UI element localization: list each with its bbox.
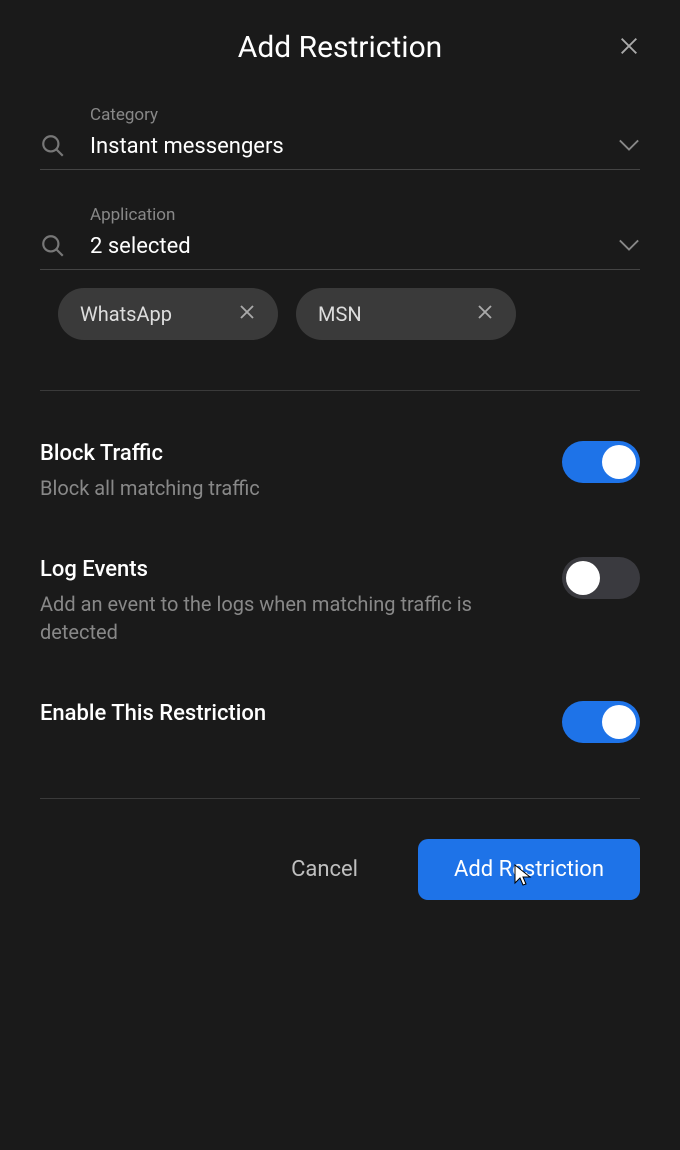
application-label: Application (90, 205, 640, 225)
category-select[interactable]: Instant messengers (40, 133, 640, 170)
log-events-desc: Add an event to the logs when matching t… (40, 590, 542, 646)
close-icon (618, 42, 640, 61)
toggle-knob (602, 445, 636, 479)
block-traffic-title: Block Traffic (40, 441, 542, 466)
toggle-knob (602, 705, 636, 739)
application-value: 2 selected (90, 234, 618, 259)
category-value: Instant messengers (90, 134, 618, 159)
enable-restriction-toggle[interactable] (562, 701, 640, 743)
chevron-down-icon (618, 237, 640, 256)
application-select[interactable]: 2 selected (40, 233, 640, 270)
submit-button[interactable]: Add Restriction (418, 839, 640, 900)
log-events-title: Log Events (40, 557, 542, 582)
enable-restriction-title: Enable This Restriction (40, 701, 542, 726)
category-label: Category (90, 105, 640, 125)
chevron-down-icon (618, 137, 640, 156)
close-icon (238, 306, 256, 325)
chip-label: MSN (318, 302, 362, 326)
block-traffic-toggle[interactable] (562, 441, 640, 483)
chip-remove-button[interactable] (238, 303, 256, 325)
chip-label: WhatsApp (80, 302, 172, 326)
log-events-toggle[interactable] (562, 557, 640, 599)
search-icon (40, 233, 90, 259)
cancel-button[interactable]: Cancel (291, 857, 358, 882)
close-icon (476, 306, 494, 325)
chip-msn[interactable]: MSN (296, 288, 516, 340)
dialog-title: Add Restriction (238, 30, 443, 65)
divider (40, 390, 640, 391)
toggle-knob (566, 561, 600, 595)
close-button[interactable] (618, 35, 640, 61)
block-traffic-desc: Block all matching traffic (40, 474, 542, 502)
search-icon (40, 133, 90, 159)
chip-remove-button[interactable] (476, 303, 494, 325)
chip-whatsapp[interactable]: WhatsApp (58, 288, 278, 340)
